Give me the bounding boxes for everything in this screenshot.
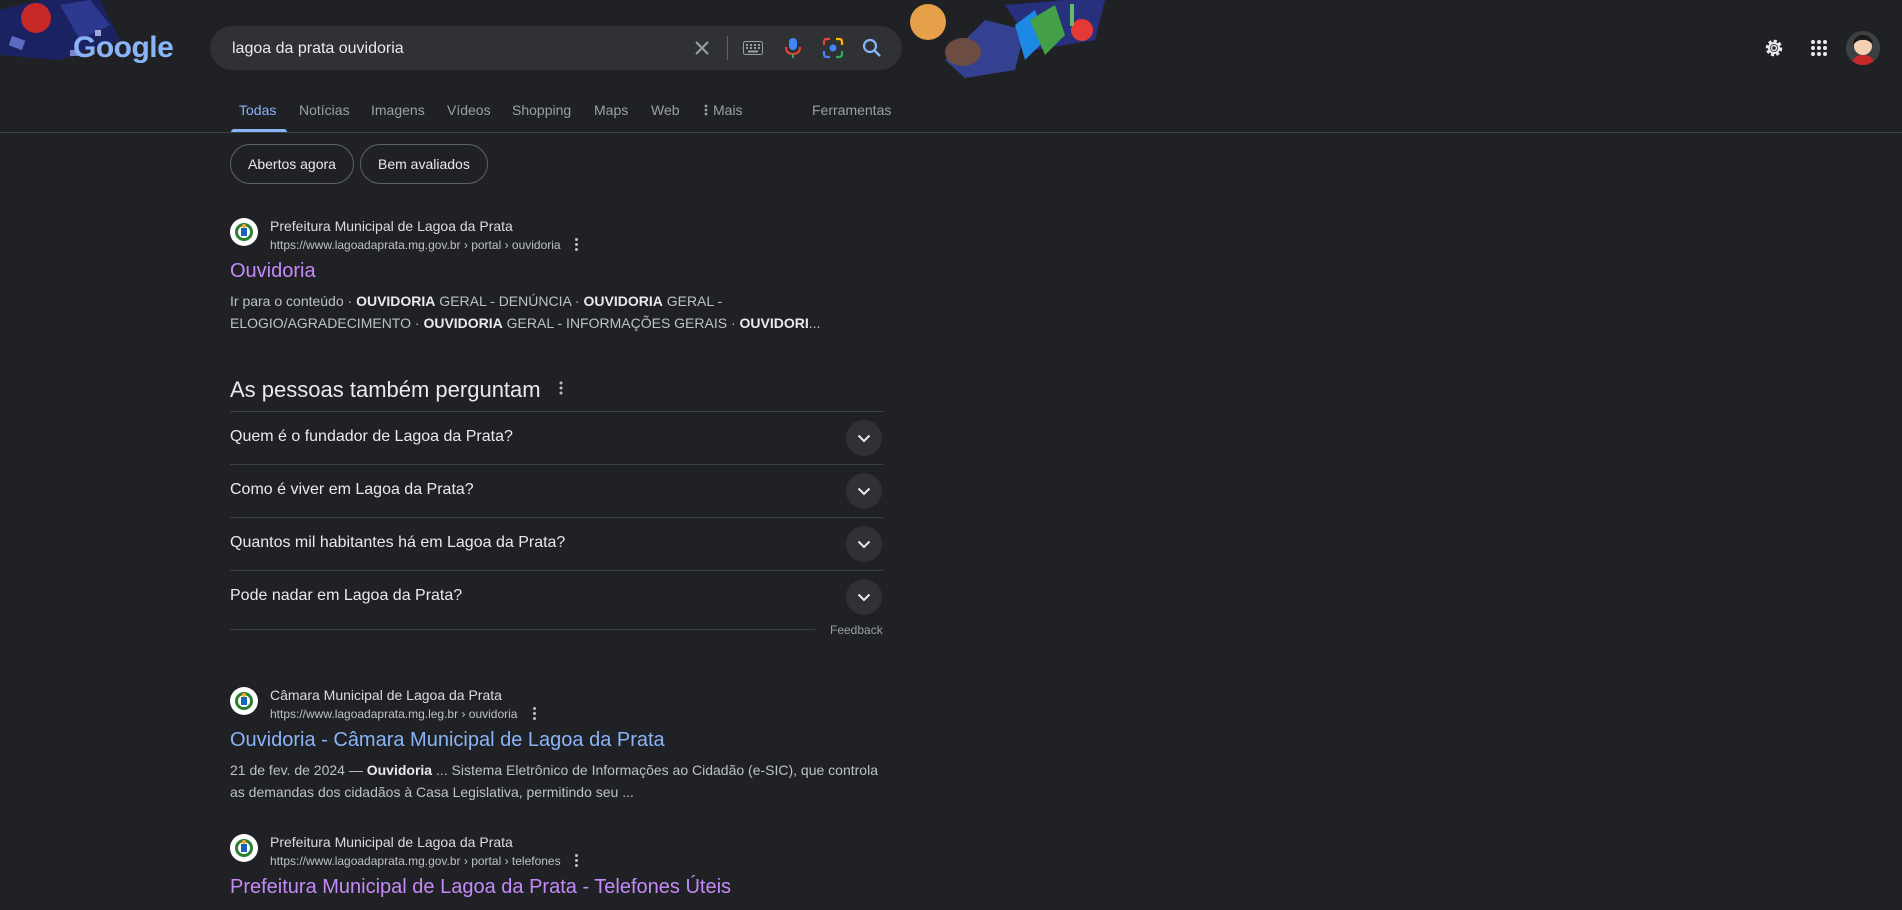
- search-result: Prefeitura Municipal de Lagoa da Prata h…: [230, 218, 890, 333]
- google-logo[interactable]: Google: [73, 31, 174, 65]
- site-favicon[interactable]: [230, 218, 258, 246]
- microphone-icon[interactable]: [781, 36, 805, 60]
- paa-question-text: Como é viver em Lagoa da Prata?: [230, 481, 474, 498]
- paa-question[interactable]: Como é viver em Lagoa da Prata?: [230, 464, 883, 518]
- search-tabs: Todas Notícias Imagens Vídeos Shopping M…: [0, 96, 1902, 133]
- chevron-down-icon[interactable]: [846, 420, 882, 456]
- lens-camera-icon[interactable]: [821, 36, 845, 60]
- site-url[interactable]: https://www.lagoadaprata.mg.gov.br › por…: [270, 854, 561, 868]
- tab-videos[interactable]: Vídeos: [447, 102, 491, 118]
- more-vert-icon[interactable]: [568, 851, 584, 869]
- keyboard-icon[interactable]: [741, 36, 765, 60]
- header: Google: [0, 0, 1902, 96]
- gear-icon[interactable]: [1760, 34, 1788, 62]
- paa-question[interactable]: Pode nadar em Lagoa da Prata?: [230, 570, 883, 624]
- tab-shopping[interactable]: Shopping: [512, 102, 571, 118]
- more-vert-icon[interactable]: [559, 375, 563, 401]
- chip-bem-avaliados[interactable]: Bem avaliados: [360, 144, 488, 184]
- search-result: Câmara Municipal de Lagoa da Prata https…: [230, 687, 890, 802]
- more-vert-icon: [704, 103, 708, 116]
- search-input[interactable]: [230, 26, 694, 72]
- divider: [230, 629, 815, 630]
- paa-question[interactable]: Quantos mil habitantes há em Lagoa da Pr…: [230, 517, 883, 571]
- tab-imagens[interactable]: Imagens: [371, 102, 425, 118]
- apps-grid-icon[interactable]: [1805, 34, 1833, 62]
- paa-question-text: Pode nadar em Lagoa da Prata?: [230, 587, 463, 604]
- site-favicon[interactable]: [230, 687, 258, 715]
- site-name[interactable]: Prefeitura Municipal de Lagoa da Prata: [270, 834, 513, 850]
- result-title-link[interactable]: Ouvidoria: [230, 260, 316, 283]
- search-divider: [727, 36, 728, 60]
- search-box[interactable]: [210, 26, 902, 72]
- more-vert-icon[interactable]: [526, 704, 542, 722]
- tab-ferramentas[interactable]: Ferramentas: [812, 102, 891, 118]
- result-title-link[interactable]: Ouvidoria - Câmara Municipal de Lagoa da…: [230, 729, 665, 752]
- paa-title: As pessoas também perguntam: [230, 375, 563, 403]
- chevron-down-icon[interactable]: [846, 579, 882, 615]
- site-url[interactable]: https://www.lagoadaprata.mg.gov.br › por…: [270, 238, 561, 252]
- paa-question[interactable]: Quem é o fundador de Lagoa da Prata?: [230, 411, 883, 465]
- feedback-link[interactable]: Feedback: [830, 623, 883, 637]
- paa-question-text: Quantos mil habitantes há em Lagoa da Pr…: [230, 534, 566, 551]
- site-favicon[interactable]: [230, 834, 258, 862]
- site-name[interactable]: Prefeitura Municipal de Lagoa da Prata: [270, 218, 513, 234]
- avatar[interactable]: [1846, 31, 1880, 65]
- chevron-down-icon[interactable]: [846, 473, 882, 509]
- site-url[interactable]: https://www.lagoadaprata.mg.leg.br › ouv…: [270, 707, 517, 721]
- result-title-link[interactable]: Prefeitura Municipal de Lagoa da Prata -…: [230, 876, 731, 899]
- tab-mais[interactable]: Mais: [704, 102, 743, 118]
- site-name[interactable]: Câmara Municipal de Lagoa da Prata: [270, 687, 502, 703]
- result-snippet: 21 de fev. de 2024 — Ouvidoria ... Siste…: [230, 762, 878, 800]
- tab-maps[interactable]: Maps: [594, 102, 628, 118]
- tab-noticias[interactable]: Notícias: [299, 102, 350, 118]
- active-tab-indicator: [231, 129, 287, 132]
- tab-todas[interactable]: Todas: [239, 102, 276, 118]
- more-vert-icon[interactable]: [568, 235, 584, 253]
- paa-question-text: Quem é o fundador de Lagoa da Prata?: [230, 428, 513, 445]
- chevron-down-icon[interactable]: [846, 526, 882, 562]
- tab-web[interactable]: Web: [651, 102, 680, 118]
- search-result: Prefeitura Municipal de Lagoa da Prata h…: [230, 834, 890, 910]
- close-icon[interactable]: [690, 36, 714, 60]
- doodle-decoration-right[interactable]: [905, 0, 1120, 80]
- result-snippet: Ir para o conteúdo · OUVIDORIA GERAL - D…: [230, 293, 821, 331]
- tab-mais-label: Mais: [713, 102, 743, 118]
- chip-abertos-agora[interactable]: Abertos agora: [230, 144, 354, 184]
- search-icon[interactable]: [860, 36, 884, 60]
